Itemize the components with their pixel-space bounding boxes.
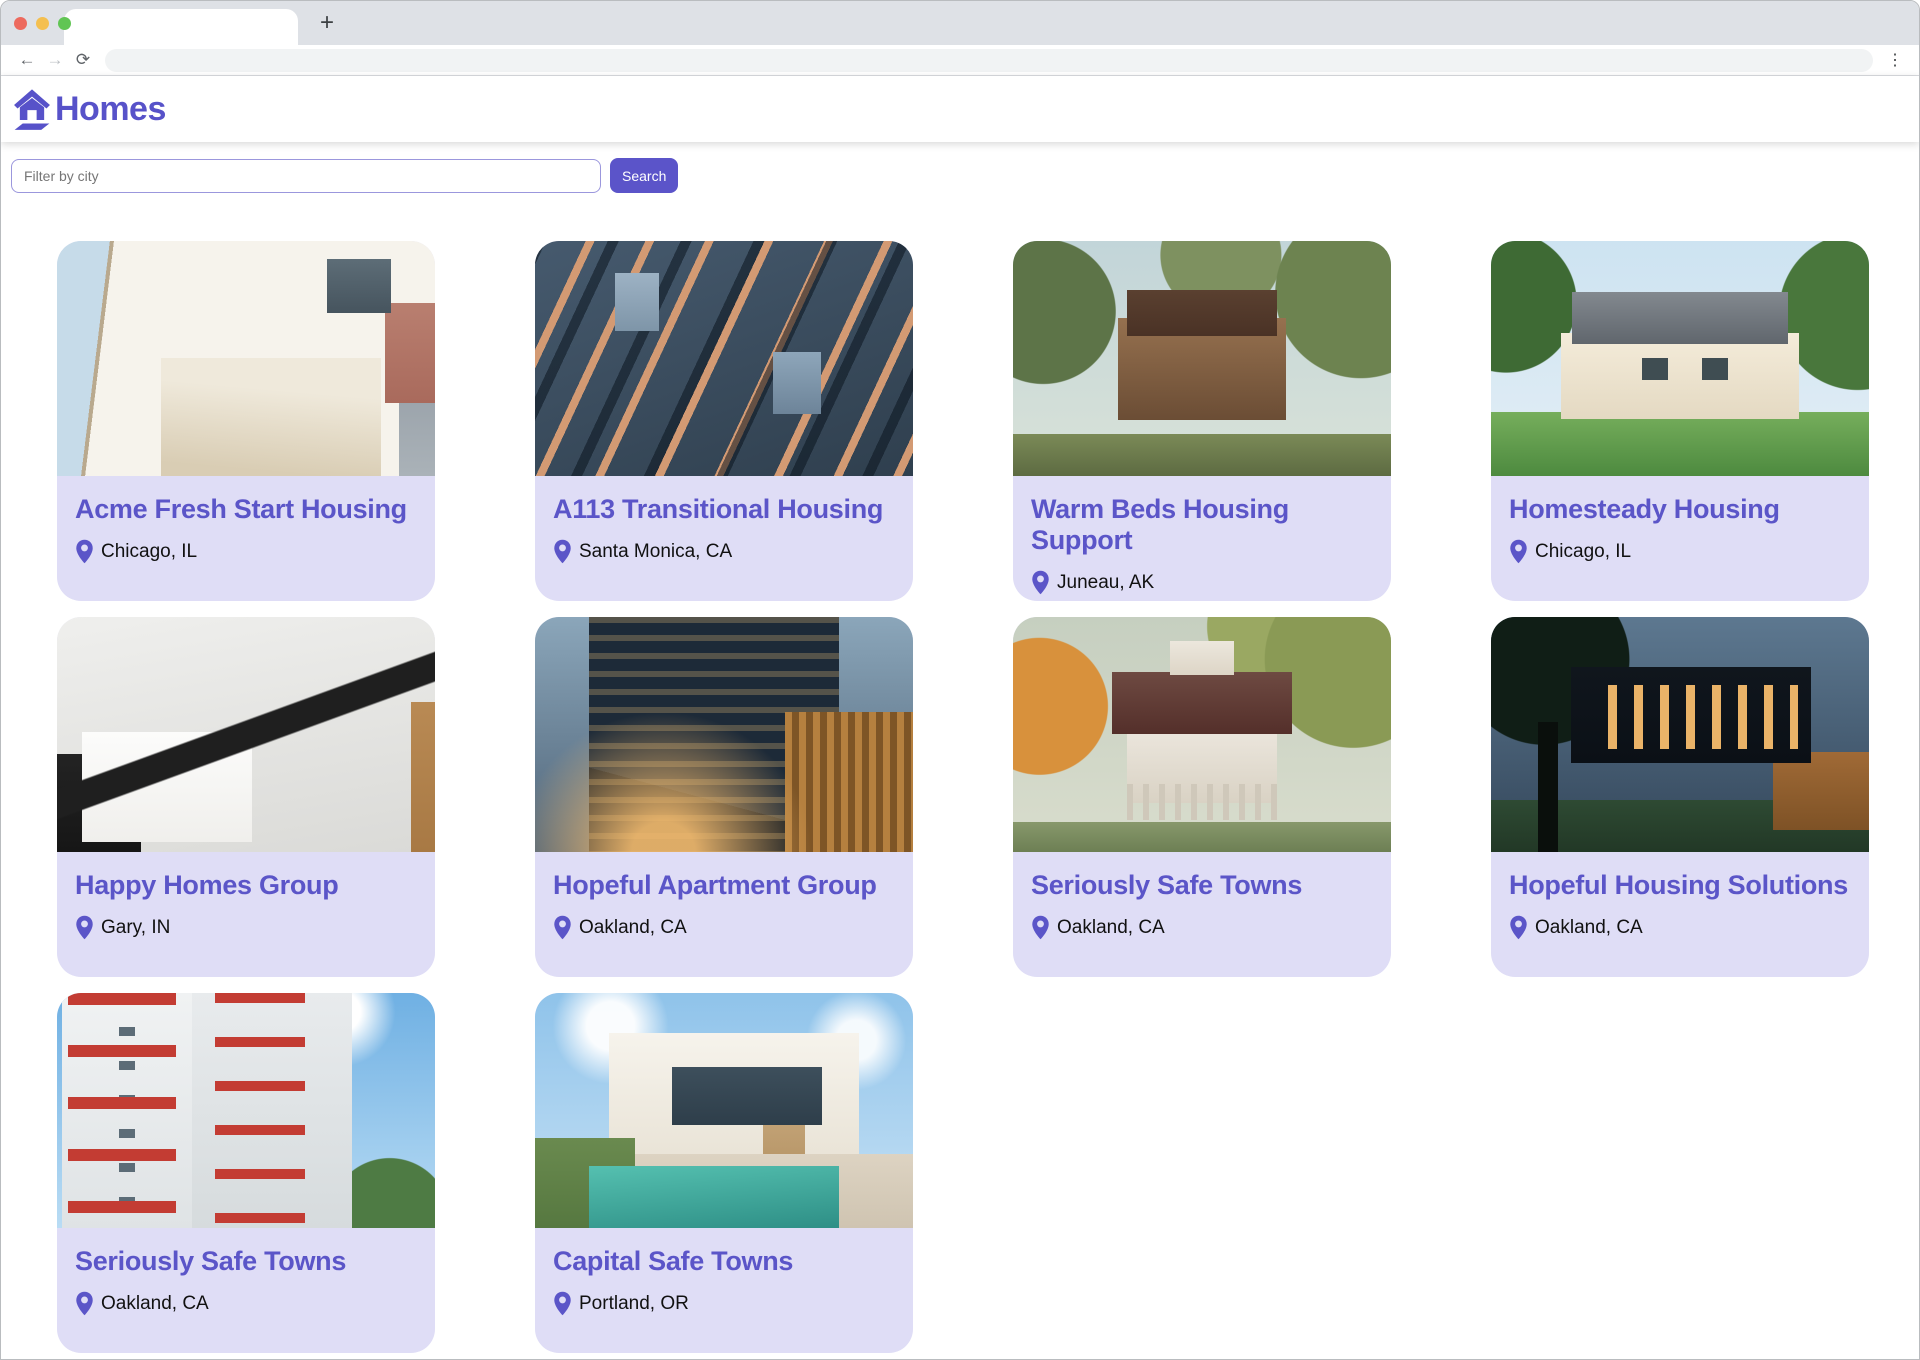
listing-card[interactable]: Acme Fresh Start Housing Chicago, IL bbox=[57, 241, 435, 601]
listing-name: Homesteady Housing bbox=[1509, 494, 1780, 524]
listing-photo bbox=[1013, 617, 1391, 852]
listing-location: Chicago, IL bbox=[1509, 539, 1851, 564]
listing-location: Portland, OR bbox=[553, 1291, 895, 1316]
listing-photo bbox=[57, 241, 435, 476]
location-pin-icon bbox=[1032, 570, 1049, 595]
listing-city: Gary, IN bbox=[101, 916, 171, 938]
listing-name: A113 Transitional Housing bbox=[553, 494, 884, 524]
listing-card-body: Seriously Safe Towns Oakland, CA bbox=[1013, 852, 1391, 940]
listing-location: Gary, IN bbox=[75, 915, 417, 940]
listing-card[interactable]: Homesteady Housing Chicago, IL bbox=[1491, 241, 1869, 601]
listing-photo bbox=[57, 617, 435, 852]
location-pin-icon bbox=[76, 915, 93, 940]
listing-name: Seriously Safe Towns bbox=[75, 1246, 347, 1276]
minimize-button[interactable] bbox=[36, 17, 49, 30]
listing-location: Juneau, AK bbox=[1031, 570, 1373, 595]
listing-card-body: Hopeful Apartment Group Oakland, CA bbox=[535, 852, 913, 940]
listing-photo bbox=[1013, 241, 1391, 476]
forward-icon[interactable]: → bbox=[41, 47, 69, 73]
listing-city: Oakland, CA bbox=[579, 916, 687, 938]
browser-window: + ← → ⟳ ⋮ Homes Search Acme Fresh Start … bbox=[0, 0, 1920, 1360]
listing-name: Seriously Safe Towns bbox=[1031, 870, 1303, 900]
listing-city: Santa Monica, CA bbox=[579, 540, 733, 562]
location-pin-icon bbox=[554, 1291, 571, 1316]
listing-card[interactable]: Happy Homes Group Gary, IN bbox=[57, 617, 435, 977]
kebab-menu-icon[interactable]: ⋮ bbox=[1883, 50, 1907, 70]
listing-location: Oakland, CA bbox=[75, 1291, 417, 1316]
listing-card[interactable]: Hopeful Housing Solutions Oakland, CA bbox=[1491, 617, 1869, 977]
listing-card[interactable]: Seriously Safe Towns Oakland, CA bbox=[57, 993, 435, 1353]
listing-name: Happy Homes Group bbox=[75, 870, 339, 900]
listing-photo bbox=[1491, 241, 1869, 476]
listing-card-body: Seriously Safe Towns Oakland, CA bbox=[57, 1228, 435, 1316]
listing-location: Oakland, CA bbox=[1031, 915, 1373, 940]
listing-location: Oakland, CA bbox=[1509, 915, 1851, 940]
listing-city: Oakland, CA bbox=[1535, 916, 1643, 938]
listing-card[interactable]: Seriously Safe Towns Oakland, CA bbox=[1013, 617, 1391, 977]
location-pin-icon bbox=[76, 539, 93, 564]
location-pin-icon bbox=[554, 915, 571, 940]
listing-location: Santa Monica, CA bbox=[553, 539, 895, 564]
listing-card-body: Homesteady Housing Chicago, IL bbox=[1491, 476, 1869, 564]
listing-photo bbox=[535, 241, 913, 476]
listing-location: Chicago, IL bbox=[75, 539, 417, 564]
listing-card[interactable]: A113 Transitional Housing Santa Monica, … bbox=[535, 241, 913, 601]
listing-location: Oakland, CA bbox=[553, 915, 895, 940]
zoom-button[interactable] bbox=[58, 17, 71, 30]
listing-card-body: Happy Homes Group Gary, IN bbox=[57, 852, 435, 940]
listing-name: Capital Safe Towns bbox=[553, 1246, 794, 1276]
location-pin-icon bbox=[1032, 915, 1049, 940]
listing-card-body: Hopeful Housing Solutions Oakland, CA bbox=[1491, 852, 1869, 940]
site-header: Homes bbox=[1, 76, 1919, 142]
listing-city: Juneau, AK bbox=[1057, 571, 1155, 593]
listing-name: Acme Fresh Start Housing bbox=[75, 494, 407, 524]
listing-card-body: Capital Safe Towns Portland, OR bbox=[535, 1228, 913, 1316]
listing-card-body: Acme Fresh Start Housing Chicago, IL bbox=[57, 476, 435, 564]
main-content: Search Acme Fresh Start Housing Chicago,… bbox=[1, 142, 1919, 1359]
listing-city: Chicago, IL bbox=[101, 540, 198, 562]
listing-city: Oakland, CA bbox=[101, 1292, 209, 1314]
tab-strip: + bbox=[1, 1, 1919, 45]
listing-card-body: Warm Beds Housing Support Juneau, AK bbox=[1013, 476, 1391, 595]
listing-card[interactable]: Hopeful Apartment Group Oakland, CA bbox=[535, 617, 913, 977]
house-logo-icon bbox=[14, 89, 50, 130]
city-filter-input[interactable] bbox=[11, 158, 601, 193]
listing-city: Portland, OR bbox=[579, 1292, 689, 1314]
new-tab-button[interactable]: + bbox=[312, 8, 342, 38]
listing-card-body: A113 Transitional Housing Santa Monica, … bbox=[535, 476, 913, 564]
browser-tab[interactable] bbox=[64, 9, 298, 45]
app-title: Homes bbox=[55, 89, 166, 128]
listing-city: Chicago, IL bbox=[1535, 540, 1632, 562]
close-button[interactable] bbox=[14, 17, 27, 30]
location-pin-icon bbox=[1510, 915, 1527, 940]
back-icon[interactable]: ← bbox=[13, 47, 41, 73]
listing-photo bbox=[535, 617, 913, 852]
listing-name: Hopeful Housing Solutions bbox=[1509, 870, 1848, 900]
location-pin-icon bbox=[1510, 539, 1527, 564]
search-form: Search bbox=[11, 158, 1909, 193]
window-controls bbox=[14, 17, 71, 30]
listing-city: Oakland, CA bbox=[1057, 916, 1165, 938]
listings-grid: Acme Fresh Start Housing Chicago, IL A11… bbox=[57, 241, 1909, 1353]
browser-toolbar: ← → ⟳ ⋮ bbox=[1, 45, 1919, 76]
listing-name: Hopeful Apartment Group bbox=[553, 870, 877, 900]
address-bar[interactable] bbox=[105, 48, 1873, 72]
listing-card[interactable]: Warm Beds Housing Support Juneau, AK bbox=[1013, 241, 1391, 601]
listing-name: Warm Beds Housing Support bbox=[1031, 494, 1289, 555]
location-pin-icon bbox=[76, 1291, 93, 1316]
reload-icon[interactable]: ⟳ bbox=[69, 47, 97, 73]
listing-card[interactable]: Capital Safe Towns Portland, OR bbox=[535, 993, 913, 1353]
search-button[interactable]: Search bbox=[610, 158, 679, 193]
listing-photo bbox=[535, 993, 913, 1228]
location-pin-icon bbox=[554, 539, 571, 564]
listing-photo bbox=[57, 993, 435, 1228]
listing-photo bbox=[1491, 617, 1869, 852]
